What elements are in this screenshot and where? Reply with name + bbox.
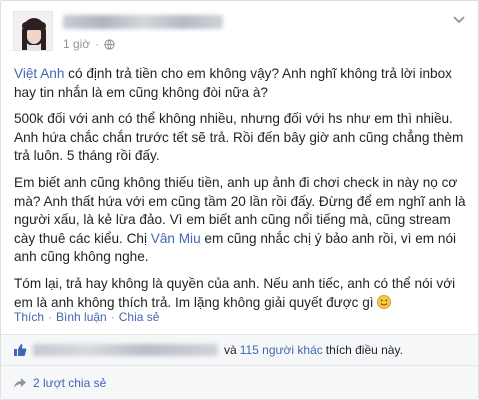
like-button[interactable]: Thích [14,310,44,324]
others-likes-link[interactable]: 115 người khác [240,343,323,357]
likers-blurred[interactable] [33,344,218,356]
paragraph-2: 500k đối với anh có thể không nhiều, như… [14,111,464,164]
paragraph-3: Em biết anh cũng không thiếu tiền, anh u… [14,174,466,265]
likes-summary: và 115 người khác thích điều này. [1,334,478,366]
paragraph-4: Tóm lại, trả hay không là quyền của anh.… [14,275,456,310]
author-name-blurred[interactable] [63,15,223,29]
separator: · [95,37,100,51]
avatar[interactable] [13,11,53,51]
comment-button[interactable]: Bình luận [56,310,107,324]
post-card: 1 giờ · Việt Anh có định trả tiền cho em… [0,0,479,400]
mention-link[interactable]: Việt Anh [14,66,64,81]
shares-count-link[interactable]: 2 lượt chia sẻ [33,376,106,390]
shares-summary: 2 lượt chia sẻ [1,366,478,399]
share-button[interactable]: Chia sẻ [119,310,160,324]
post-actions: Thích · Bình luận · Chia sẻ [14,310,160,324]
post-meta: 1 giờ · [63,37,115,51]
post-header: 1 giờ · [13,11,468,57]
smile-emoji-icon [377,294,392,309]
thumbs-up-icon [14,344,27,356]
post-text: Việt Anh có định trả tiền cho em không v… [14,65,469,320]
globe-icon [104,38,115,50]
paragraph-1: Việt Anh có định trả tiền cho em không v… [14,66,452,100]
post-time[interactable]: 1 giờ [63,37,90,51]
chevron-down-icon[interactable] [450,13,468,27]
mention-link[interactable]: Vân Miu [151,231,201,246]
share-arrow-icon [14,377,26,388]
